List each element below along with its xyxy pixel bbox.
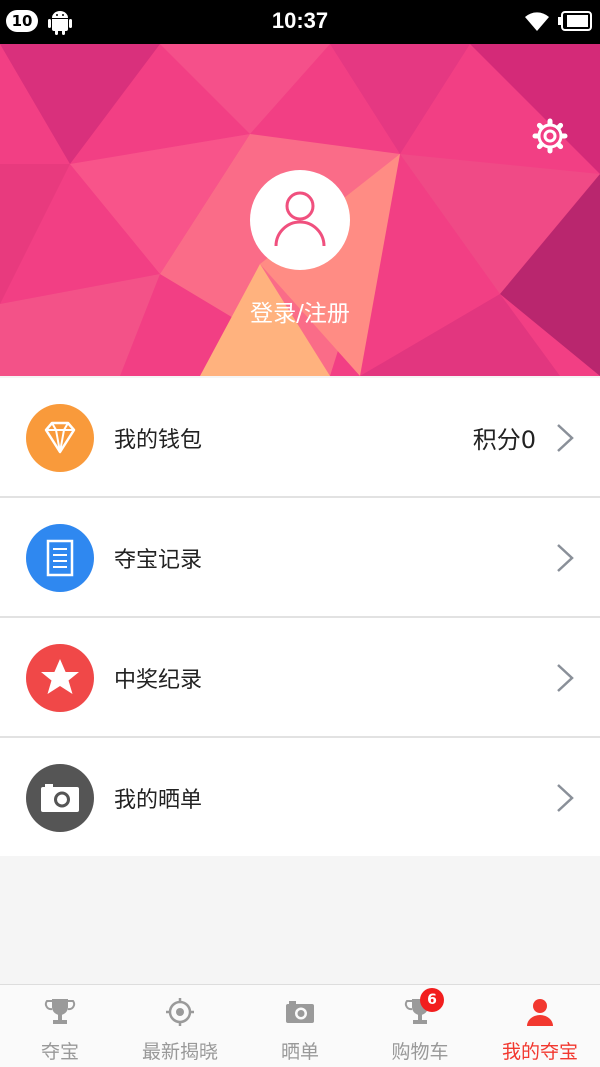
chevron-right-icon [557, 784, 574, 812]
diamond-icon [26, 404, 94, 472]
tab-latest[interactable]: 最新揭晓 [120, 985, 240, 1067]
menu-item-label: 中奖纪录 [114, 668, 203, 693]
trophy-icon [44, 999, 76, 1024]
tab-label: 购物车 [391, 1041, 449, 1063]
settings-gear-icon[interactable] [532, 118, 568, 154]
star-icon [26, 644, 94, 712]
document-icon [26, 524, 94, 592]
chevron-right-icon [557, 424, 574, 452]
tab-label: 最新揭晓 [141, 1041, 218, 1063]
tab-label: 我的夺宝 [501, 1041, 578, 1063]
menu-item-label: 我的晒单 [114, 788, 203, 813]
status-bar: 10 10:37 [0, 0, 600, 44]
chevron-right-icon [557, 544, 574, 572]
camera-icon [286, 1001, 314, 1023]
tab-duobao[interactable]: 夺宝 [0, 985, 120, 1067]
tab-showcase[interactable]: 晒单 [240, 985, 360, 1067]
cart-count-badge: 6 [420, 988, 444, 1012]
user-icon [527, 999, 553, 1026]
menu-item-showcase[interactable]: 我的晒单 [0, 738, 600, 856]
menu-item-winnings[interactable]: 中奖纪录 [0, 618, 600, 738]
bottom-tab-bar: 夺宝 最新揭晓 晒单 购物车 我的夺宝 [0, 984, 600, 1067]
points-value: 积分0 [472, 426, 536, 454]
profile-header: 登录/注册 [0, 44, 600, 376]
status-time: 10:37 [271, 8, 329, 33]
avatar[interactable] [250, 170, 350, 270]
target-icon [166, 998, 194, 1026]
profile-menu: 我的钱包 积分0 夺宝记录 中奖纪录 我的晒单 [0, 378, 600, 856]
user-icon [274, 191, 326, 247]
battery-icon [558, 11, 592, 31]
chevron-right-icon [557, 664, 574, 692]
menu-item-label: 夺宝记录 [114, 548, 203, 573]
tab-my-duobao[interactable]: 我的夺宝 [480, 985, 600, 1067]
wifi-icon [525, 12, 549, 31]
camera-icon [26, 764, 94, 832]
tab-label: 夺宝 [40, 1041, 79, 1063]
tab-label: 晒单 [280, 1041, 319, 1063]
menu-item-label: 我的钱包 [114, 428, 203, 453]
menu-item-records[interactable]: 夺宝记录 [0, 498, 600, 618]
menu-item-wallet[interactable]: 我的钱包 积分0 [0, 378, 600, 498]
login-register-link[interactable]: 登录/注册 [0, 294, 600, 328]
